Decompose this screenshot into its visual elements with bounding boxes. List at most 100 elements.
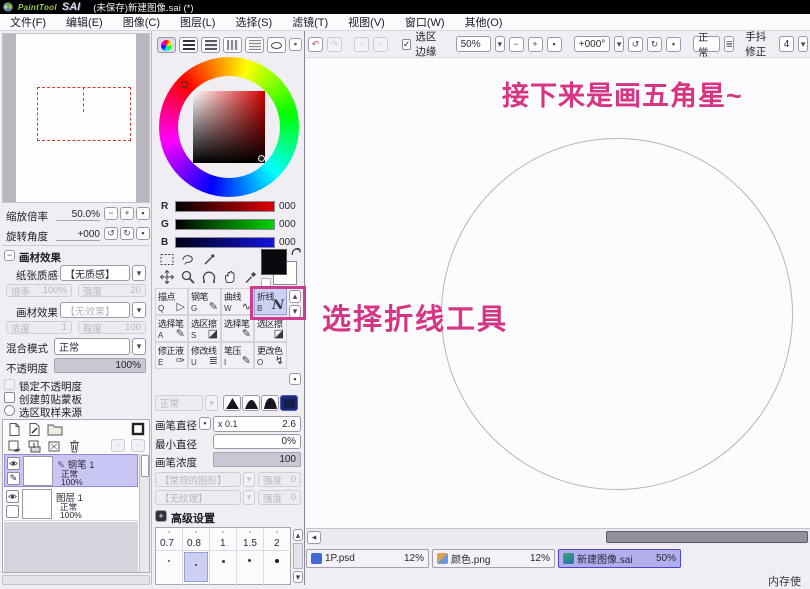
layer-item-pen1[interactable]: ✎ ✎ 钢笔 1 正常 100%: [4, 454, 138, 487]
navigator-rotate-ccw-button[interactable]: ↺: [104, 227, 118, 240]
deselect-button[interactable]: ▫: [354, 37, 369, 52]
tool-palette-menu-button[interactable]: ▪: [289, 373, 301, 385]
lasso-tool[interactable]: [180, 252, 196, 267]
merge-down-button[interactable]: [27, 439, 42, 454]
navigator-zoom-out-button[interactable]: −: [104, 207, 118, 220]
rotate-view-tool[interactable]: [201, 269, 217, 285]
layer-mask-button[interactable]: [131, 422, 145, 436]
vscroll-thumb[interactable]: [141, 455, 149, 477]
hue-marker[interactable]: [181, 81, 188, 88]
r-slider[interactable]: [175, 201, 275, 212]
layer-list-vscrollbar[interactable]: [139, 454, 149, 572]
angle-dropdown-button[interactable]: ▾: [614, 36, 624, 52]
tool-cell-pen[interactable]: 钢笔G✎: [188, 288, 221, 315]
lock-opacity-checkbox[interactable]: [4, 379, 15, 390]
swap-colors-button[interactable]: [291, 247, 302, 258]
menu-image[interactable]: 图像(C): [113, 14, 170, 30]
brush-texture-dropdown-button[interactable]: ▾: [243, 490, 255, 505]
preset-col[interactable]: 0.7: [156, 528, 183, 586]
eyedropper-tool[interactable]: [243, 269, 259, 285]
color-wheel-mode-button[interactable]: [157, 37, 176, 53]
brush-density-slider[interactable]: 100: [213, 452, 301, 467]
marquee-tool[interactable]: [159, 252, 175, 267]
paper-texture-select[interactable]: 【无质感】: [60, 265, 130, 281]
material-collapse-button[interactable]: −: [4, 250, 15, 261]
presets-scroll-down-button[interactable]: ▾: [293, 571, 303, 583]
blend-mode-select[interactable]: 正常: [54, 338, 130, 355]
opacity-slider[interactable]: 100%: [54, 358, 146, 373]
new-linework-layer-button[interactable]: [27, 422, 42, 437]
selection-edge-checkbox[interactable]: ✓: [402, 39, 412, 50]
presets-scroll-track[interactable]: [293, 543, 303, 569]
transfer-down-button[interactable]: [7, 439, 22, 454]
hand-tool[interactable]: [222, 269, 238, 285]
tool-cell-edit-line[interactable]: 修改线U≣: [188, 342, 221, 369]
new-folder-button[interactable]: [47, 423, 63, 436]
navigator-rotate-reset-button[interactable]: ▪: [136, 227, 150, 240]
brush-shape-texture-select[interactable]: 【常规的图形】: [155, 472, 241, 487]
canvas-hscrollbar[interactable]: ◂: [306, 528, 810, 545]
g-slider[interactable]: [175, 219, 275, 230]
selection-source-radio[interactable]: [4, 405, 15, 416]
layer-visibility-toggle[interactable]: [6, 490, 19, 503]
menu-edit[interactable]: 编辑(E): [56, 14, 113, 30]
rgb-sliders-mode-button[interactable]: [179, 37, 198, 53]
min-diameter-slider[interactable]: 0%: [213, 434, 301, 449]
brush-diameter-unit-button[interactable]: ▪: [199, 417, 211, 430]
hscroll-left-button[interactable]: ◂: [307, 531, 321, 544]
brush-texture-select[interactable]: 【无纹理】: [155, 490, 241, 505]
move-tool[interactable]: [159, 269, 175, 285]
paint-mode-field[interactable]: 正常: [693, 36, 720, 52]
menu-file[interactable]: 文件(F): [0, 14, 56, 30]
zoom-out-button[interactable]: −: [509, 37, 524, 52]
brush-edge-mode-select[interactable]: 正常: [155, 395, 203, 411]
tool-cell-selection-eraser[interactable]: 选区擦S◪: [188, 315, 221, 342]
preset-col[interactable]: 1: [210, 528, 237, 586]
saturation-value-square[interactable]: [193, 91, 265, 163]
rotate-ccw-button[interactable]: ↺: [628, 37, 643, 52]
brush-shape-square-button-selected[interactable]: [280, 395, 298, 411]
menu-select[interactable]: 选择(S): [225, 14, 282, 30]
zoom-reset-button[interactable]: ▪: [547, 37, 562, 52]
descend-layer-button[interactable]: ▫: [131, 439, 145, 452]
presets-scroll-up-button[interactable]: ▴: [293, 529, 303, 541]
clear-layer-button[interactable]: [47, 439, 62, 454]
brush-shape-dropdown-button[interactable]: ▾: [243, 472, 255, 487]
tab-1p-psd[interactable]: 1P.psd 12%: [306, 549, 429, 568]
brush-shape-flat-dome-button[interactable]: [261, 395, 279, 411]
swatches-mode-button[interactable]: [223, 37, 242, 53]
clipping-mask-checkbox[interactable]: [4, 392, 15, 403]
brush-shape-triangle-button[interactable]: [223, 395, 241, 411]
color-panel-menu-button[interactable]: ▪: [289, 38, 302, 51]
b-slider[interactable]: [175, 237, 275, 248]
delete-layer-button[interactable]: [67, 438, 82, 454]
new-layer-button[interactable]: [7, 422, 22, 437]
menu-view[interactable]: 视图(V): [338, 14, 395, 30]
brush-edge-dropdown-button[interactable]: ▾: [205, 395, 218, 411]
hsv-sliders-mode-button[interactable]: [201, 37, 220, 53]
advanced-settings-expand-button[interactable]: +: [155, 510, 167, 522]
layer-draw-mode-toggle[interactable]: ✎: [7, 472, 20, 485]
paint-mode-button[interactable]: ≣: [724, 36, 734, 52]
layer-panel-hscrollbar[interactable]: [2, 575, 150, 585]
stabilizer-dropdown-button[interactable]: ▾: [798, 36, 808, 52]
menu-layer[interactable]: 图层(L): [170, 14, 225, 30]
zoom-tool[interactable]: [180, 269, 196, 285]
tab-new-image-sai[interactable]: 新建图像.sai 50%: [558, 549, 681, 568]
tool-cell-anchor-point[interactable]: 描点Q▷: [155, 288, 188, 315]
preset-col[interactable]: 2: [264, 528, 291, 586]
preset-col-selected[interactable]: 0.8: [183, 528, 210, 586]
canvas[interactable]: 接下来是画五角星~ 选择折线工具: [306, 58, 810, 528]
navigator-zoom-in-button[interactable]: +: [120, 207, 134, 220]
hscroll-thumb[interactable]: [606, 531, 808, 543]
tool-cell-correction-fluid[interactable]: 修正液E✑: [155, 342, 188, 369]
scratchpad-mode-button[interactable]: [267, 37, 286, 53]
tool-cell-change-color[interactable]: 更改色O↯: [254, 342, 287, 369]
sv-marker[interactable]: [258, 155, 265, 162]
navigator-zoom-reset-button[interactable]: ▪: [136, 207, 150, 220]
foreground-color-swatch[interactable]: [261, 249, 287, 275]
custom-palette-mode-button[interactable]: [245, 37, 264, 53]
rotate-reset-button[interactable]: ▪: [666, 37, 681, 52]
rotate-cw-button[interactable]: ↻: [647, 37, 662, 52]
material-effect-select[interactable]: 【无效果】: [60, 302, 130, 318]
